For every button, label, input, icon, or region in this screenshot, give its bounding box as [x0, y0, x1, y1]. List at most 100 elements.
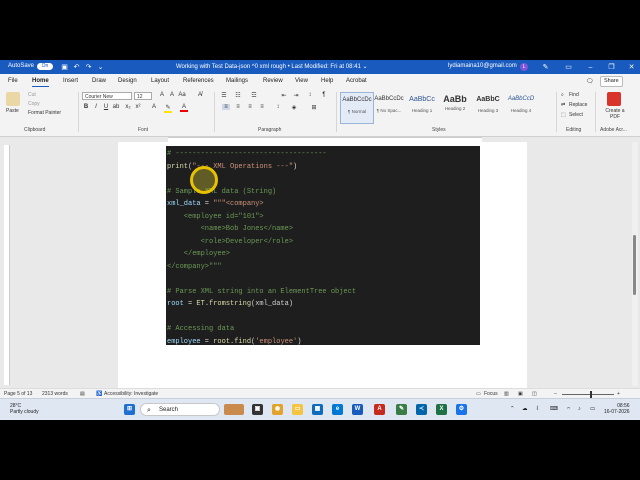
code-line[interactable]: </employee>: [167, 250, 230, 258]
network-icon[interactable]: ⌇: [536, 406, 539, 412]
app-icon[interactable]: ✎: [396, 404, 407, 415]
paste-icon[interactable]: [6, 92, 20, 106]
task-view-icon[interactable]: ▣: [252, 404, 263, 415]
tab-file[interactable]: File: [8, 78, 18, 84]
italic-icon[interactable]: I: [92, 104, 100, 110]
accessibility-status[interactable]: Accessibility: Investigate: [104, 391, 158, 397]
tab-draw[interactable]: Draw: [92, 78, 106, 84]
excel-icon[interactable]: X: [436, 404, 447, 415]
chevron-up-icon[interactable]: ⌃: [510, 406, 515, 412]
focus-button[interactable]: Focus: [484, 391, 498, 397]
tab-help[interactable]: Help: [321, 78, 333, 84]
code-line[interactable]: employee = root.find('employee'): [167, 338, 301, 346]
settings-app-icon[interactable]: ⚙: [456, 404, 467, 415]
style-heading-1[interactable]: AaBbCc Heading 1: [406, 92, 438, 122]
vertical-scrollbar[interactable]: [632, 142, 638, 386]
increase-indent-icon[interactable]: ⇥: [292, 92, 300, 99]
code-line[interactable]: root = ET.fromstring(xml_data): [167, 300, 293, 308]
pen-icon[interactable]: ✎: [541, 63, 550, 72]
code-line[interactable]: # Sample XML data (String): [167, 188, 276, 196]
zoom-slider[interactable]: [562, 394, 614, 395]
file-explorer-icon[interactable]: ▭: [292, 404, 303, 415]
tab-references[interactable]: References: [183, 78, 214, 84]
undo-icon[interactable]: ↶: [72, 63, 81, 72]
edge-icon[interactable]: e: [332, 404, 343, 415]
share-button[interactable]: Share: [600, 76, 623, 87]
subscript-icon[interactable]: x₂: [124, 104, 132, 110]
paste-button[interactable]: Paste: [6, 108, 19, 114]
text-effects-icon[interactable]: A: [150, 104, 158, 110]
replace-icon[interactable]: ⇄: [561, 102, 565, 108]
multilevel-icon[interactable]: ☲: [250, 92, 258, 99]
bullets-icon[interactable]: ☰: [220, 92, 228, 99]
font-family-select[interactable]: Courier New: [82, 92, 132, 100]
numbering-icon[interactable]: ☷: [234, 92, 242, 99]
font-color-icon[interactable]: A: [180, 104, 188, 112]
align-right-icon[interactable]: ≡: [246, 104, 254, 110]
document-title[interactable]: Working with Test Data-json ^0 xml rough…: [176, 63, 367, 70]
widgets-banner-icon[interactable]: [224, 404, 244, 415]
tab-layout[interactable]: Layout: [151, 78, 169, 84]
line-spacing-icon[interactable]: ↕: [274, 104, 282, 110]
tab-insert[interactable]: Insert: [63, 78, 78, 84]
wifi-icon[interactable]: ⌔: [566, 406, 571, 413]
close-icon[interactable]: ✕: [627, 63, 636, 72]
grow-font-icon[interactable]: A: [158, 92, 166, 98]
comments-icon[interactable]: 🗨: [586, 78, 594, 85]
find-button[interactable]: Find: [569, 92, 579, 98]
style-heading-3[interactable]: AaBbC Heading 3: [472, 92, 504, 122]
style-normal[interactable]: AaBbCcDc ¶ Normal: [340, 92, 374, 124]
select-icon[interactable]: ⬚: [561, 112, 566, 118]
focus-icon[interactable]: ▭: [476, 391, 481, 397]
volume-icon[interactable]: ♪: [578, 406, 581, 412]
code-line[interactable]: </company>""": [167, 263, 222, 271]
clear-format-icon[interactable]: A̸: [196, 92, 204, 98]
style-heading-4[interactable]: AaBbCcD Heading 4: [505, 92, 537, 122]
code-line[interactable]: # Accessing data: [167, 325, 234, 333]
accessibility-icon[interactable]: ♿: [96, 391, 102, 397]
acrobat-icon[interactable]: A: [374, 404, 385, 415]
save-icon[interactable]: ▣: [60, 63, 69, 72]
code-line[interactable]: xml_data = """<company>: [167, 200, 264, 208]
read-mode-icon[interactable]: ▥: [504, 391, 509, 397]
page-count[interactable]: Page 5 of 13: [4, 391, 32, 397]
bold-icon[interactable]: B: [82, 104, 90, 110]
borders-icon[interactable]: ⊞: [310, 104, 318, 111]
create-pdf-button[interactable]: Create a PDF: [602, 108, 628, 120]
tab-design[interactable]: Design: [118, 78, 137, 84]
highlight-icon[interactable]: ✎: [164, 104, 172, 113]
search-input[interactable]: ⌕ Search: [140, 403, 220, 416]
copy-button[interactable]: Copy: [28, 101, 40, 107]
code-line[interactable]: # Parse XML string into an ElementTree o…: [167, 288, 356, 296]
shrink-font-icon[interactable]: A: [168, 92, 176, 98]
document-page[interactable]: # ------------------------------------ pr…: [118, 142, 527, 388]
show-marks-icon[interactable]: ¶: [320, 92, 328, 98]
onedrive-icon[interactable]: ☁: [522, 406, 528, 412]
clock[interactable]: 08:56 16-07-2026: [604, 403, 630, 415]
code-line[interactable]: print("--- XML Operations ---"): [167, 163, 297, 171]
underline-icon[interactable]: U: [102, 104, 110, 110]
tab-acrobat[interactable]: Acrobat: [346, 78, 367, 84]
tab-review[interactable]: Review: [263, 78, 283, 84]
avatar[interactable]: L: [520, 63, 528, 71]
tab-mailings[interactable]: Mailings: [226, 78, 248, 84]
print-layout-icon[interactable]: ▣: [518, 391, 523, 397]
redo-icon[interactable]: ↷: [84, 63, 93, 72]
keyboard-icon[interactable]: ⌨: [550, 406, 558, 412]
weather-widget[interactable]: 28°C Partly cloudy: [10, 403, 39, 415]
code-line[interactable]: # ------------------------------------: [167, 150, 327, 158]
minimize-icon[interactable]: –: [586, 63, 595, 72]
battery-icon[interactable]: ▭: [590, 406, 595, 412]
maximize-icon[interactable]: ❐: [607, 63, 616, 72]
shading-icon[interactable]: ◈: [290, 104, 298, 111]
decrease-indent-icon[interactable]: ⇤: [280, 92, 288, 99]
vertical-ruler[interactable]: [4, 145, 10, 385]
sort-icon[interactable]: ↕: [306, 92, 314, 98]
style-heading-2[interactable]: AaBb Heading 2: [439, 92, 471, 122]
search-icon[interactable]: ⌕: [561, 92, 564, 98]
tab-home[interactable]: Home: [32, 78, 49, 87]
superscript-icon[interactable]: x²: [134, 104, 142, 110]
customize-icon[interactable]: ⌄: [96, 63, 105, 72]
align-left-icon[interactable]: ≡: [222, 104, 230, 110]
proofing-icon[interactable]: ▤: [80, 391, 85, 397]
